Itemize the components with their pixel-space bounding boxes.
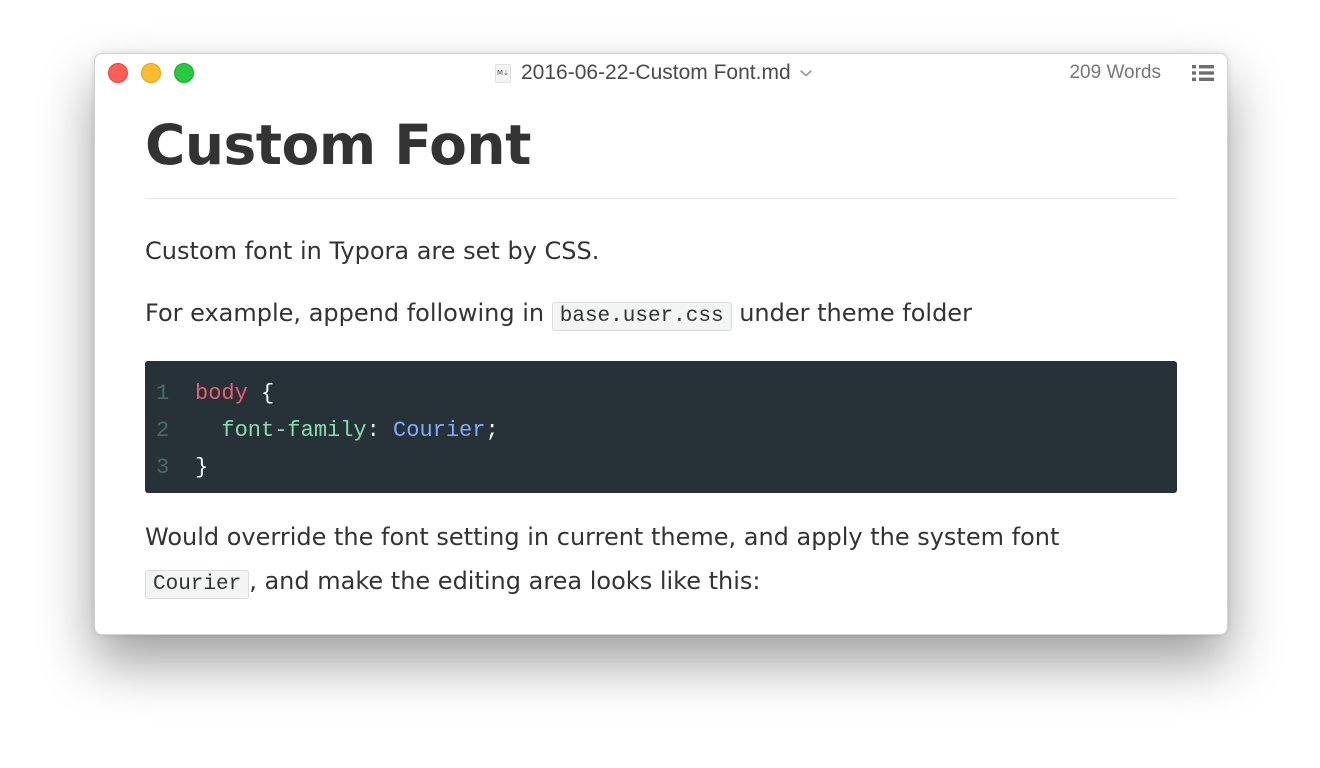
editor-content[interactable]: Custom Font Custom font in Typora are se… [145,92,1177,607]
css-property: font-family [221,418,367,443]
chevron-down-icon[interactable] [799,68,813,78]
inline-code[interactable]: Courier [145,570,250,599]
inline-code[interactable]: base.user.css [551,302,732,331]
code-line[interactable]: 3} [145,449,1177,486]
code-punctuation: { [247,381,275,406]
zoom-window-button[interactable] [174,63,194,83]
code-line[interactable]: 1 body { [145,375,1177,412]
paragraph[interactable]: Would override the font setting in curre… [145,515,1177,559]
paragraph[interactable]: Custom font in Typora are set by CSS. [145,229,1177,273]
css-selector: body [195,381,248,406]
line-number: 1 [156,381,170,406]
code-punctuation: } [195,455,209,480]
window-title: 2016-06-22-Custom Font.md [521,61,791,84]
paragraph-text: For example, append following in [145,299,552,327]
paragraph-text: under theme folder [731,299,972,327]
minimize-window-button[interactable] [141,63,161,83]
heading-divider [145,198,1177,199]
title-bar: M⇣ 2016-06-22-Custom Font.md 209 Words [95,54,1227,92]
line-number: 2 [156,418,170,443]
close-window-button[interactable] [108,63,128,83]
css-value: Courier [393,418,486,443]
paragraph[interactable]: Courier, and make the editing area looks… [145,559,1177,607]
paragraph[interactable]: For example, append following in base.us… [145,291,1177,339]
code-punctuation: ; [485,418,499,443]
word-count[interactable]: 209 Words [1069,62,1161,84]
markdown-file-icon: M⇣ [495,63,511,83]
list-icon[interactable] [1191,64,1215,82]
document-title-menu[interactable]: M⇣ 2016-06-22-Custom Font.md [495,60,813,86]
code-punctuation: : [366,418,394,443]
editor-window: M⇣ 2016-06-22-Custom Font.md 209 Words C… [94,53,1228,635]
document-heading[interactable]: Custom Font [145,110,1177,180]
code-block[interactable]: 1 body { 2 font-family: Courier; 3} [145,361,1177,493]
paragraph-text: , and make the editing area looks like t… [249,567,761,595]
code-line[interactable]: 2 font-family: Courier; [145,412,1177,449]
line-number: 3 [156,455,170,480]
